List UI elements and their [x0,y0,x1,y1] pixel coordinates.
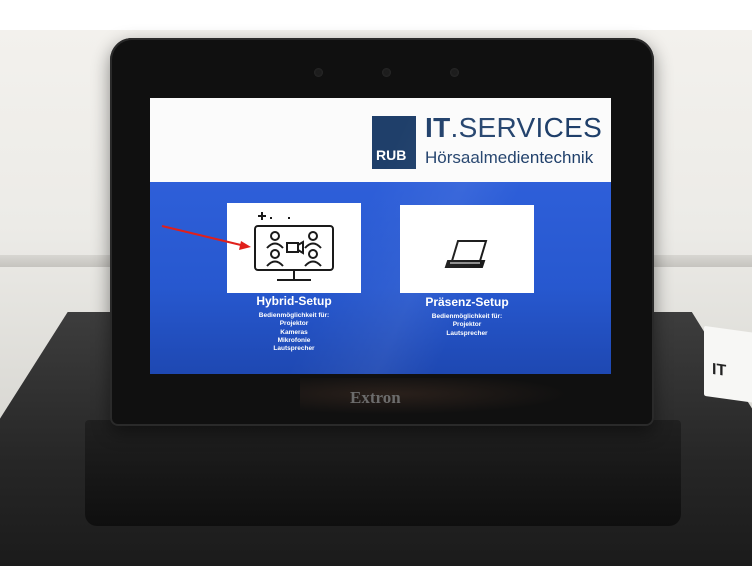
annotation-arrow-icon [161,225,251,250]
